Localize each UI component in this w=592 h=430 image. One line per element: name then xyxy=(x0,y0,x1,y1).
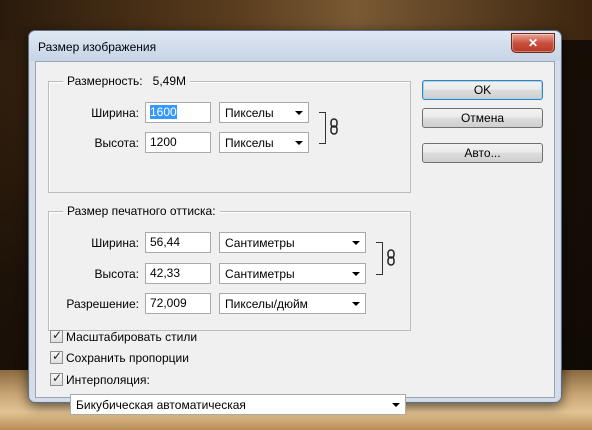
pixel-size-value: 5,49M xyxy=(152,74,187,88)
chevron-down-icon xyxy=(295,141,303,145)
auto-button[interactable]: Авто... xyxy=(422,143,543,163)
resample-label[interactable]: Интерполяция: xyxy=(66,373,150,387)
resolution-unit-select[interactable]: Пикселы/дюйм xyxy=(219,293,366,314)
close-icon: ✕ xyxy=(527,36,539,50)
pixel-height-unit-select[interactable]: Пикселы xyxy=(219,132,309,153)
constrain-proportions-checkbox[interactable]: ✓ xyxy=(50,349,63,364)
image-size-dialog: Размер изображения ✕ Размерность: 5,49M … xyxy=(28,30,562,415)
print-height-input[interactable]: 42,33 xyxy=(145,263,211,284)
print-size-title: Размер печатного оттиска: xyxy=(63,204,220,218)
resolution-label: Разрешение: xyxy=(66,297,139,311)
scale-styles-checkbox[interactable]: ✓ xyxy=(50,328,63,343)
resolution-input[interactable]: 72,009 xyxy=(145,293,211,314)
print-size-group: Размер печатного оттиска: Ширина: 56,44 … xyxy=(48,204,411,331)
dialog-body: Размерность: 5,49M Ширина: 1600 Пикселы … xyxy=(35,61,555,415)
print-height-unit-select[interactable]: Сантиметры xyxy=(219,263,366,284)
print-width-unit-select[interactable]: Сантиметры xyxy=(219,232,366,253)
pixel-width-unit-select[interactable]: Пикселы xyxy=(219,102,309,123)
link-bracket xyxy=(319,112,326,144)
checkmark-icon: ✓ xyxy=(52,349,63,363)
chain-link-icon xyxy=(330,118,338,135)
close-button[interactable]: ✕ xyxy=(511,33,555,53)
resample-method-select[interactable]: Бикубическая автоматическая xyxy=(70,394,406,415)
print-height-label: Высота: xyxy=(94,267,139,281)
pixel-dimensions-title: Размерность: 5,49M xyxy=(63,74,191,88)
chevron-down-icon xyxy=(392,403,400,407)
chevron-down-icon xyxy=(352,272,360,276)
cancel-button[interactable]: Отмена xyxy=(422,108,543,128)
chevron-down-icon xyxy=(352,302,360,306)
ok-button[interactable]: OK xyxy=(422,80,543,100)
pixel-height-label: Высота: xyxy=(94,136,139,150)
scale-styles-label[interactable]: Масштабировать стили xyxy=(66,330,197,344)
pixel-width-label: Ширина: xyxy=(91,106,139,120)
dialog-title: Размер изображения xyxy=(38,40,157,54)
resample-checkbox[interactable]: ✓ xyxy=(50,371,63,386)
print-width-input[interactable]: 56,44 xyxy=(145,232,211,253)
chevron-down-icon xyxy=(295,111,303,115)
checkmark-icon: ✓ xyxy=(52,328,63,342)
title-bar[interactable]: Размер изображения ✕ xyxy=(29,31,561,61)
constrain-proportions-label[interactable]: Сохранить пропорции xyxy=(66,351,189,365)
link-bracket xyxy=(376,242,383,275)
pixel-width-input[interactable]: 1600 xyxy=(145,102,211,123)
chevron-down-icon xyxy=(352,241,360,245)
pixel-height-input[interactable]: 1200 xyxy=(145,132,211,153)
print-width-label: Ширина: xyxy=(91,236,139,250)
checkmark-icon: ✓ xyxy=(52,371,63,385)
pixel-dimensions-group: Размерность: 5,49M Ширина: 1600 Пикселы … xyxy=(48,74,411,193)
chain-link-icon xyxy=(387,249,395,266)
